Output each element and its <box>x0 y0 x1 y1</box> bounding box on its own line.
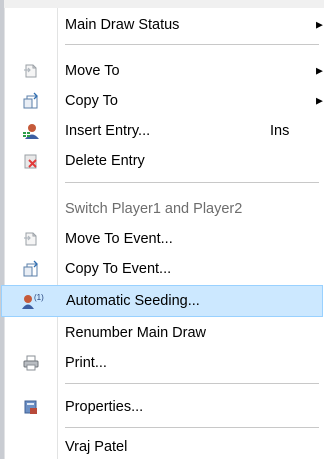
menu-item-vraj-patel[interactable]: Vraj Patel <box>5 432 323 462</box>
properties-icon <box>21 397 41 417</box>
menu-item-label: Delete Entry <box>65 153 145 169</box>
menu-separator <box>65 383 319 384</box>
copy-icon <box>21 91 41 111</box>
menu-item-main-draw-status[interactable]: Main Draw Status ▶ <box>5 10 323 40</box>
menu-item-label: Move To <box>65 63 120 79</box>
menu-item-label: Print... <box>65 355 107 371</box>
menu-item-renumber-main-draw[interactable]: Renumber Main Draw <box>5 318 323 348</box>
menu-item-insert-entry[interactable]: Insert Entry... Ins <box>5 116 323 146</box>
submenu-arrow-icon: ▶ <box>316 95 323 106</box>
svg-text:(1): (1) <box>34 293 44 302</box>
context-menu: Main Draw Status ▶ Move To ▶ Copy To ▶ I… <box>1 8 323 462</box>
delete-user-icon <box>21 151 41 171</box>
printer-icon <box>21 353 41 373</box>
menu-item-label: Properties... <box>65 399 144 415</box>
menu-item-copy-to-event[interactable]: Copy To Event... <box>5 254 323 284</box>
submenu-arrow-icon: ▶ <box>316 19 323 30</box>
move-icon <box>21 229 41 249</box>
shortcut-label: Ins <box>270 123 290 139</box>
menu-item-delete-entry[interactable]: Delete Entry <box>5 146 323 176</box>
menu-item-label: Automatic Seeding... <box>66 293 200 309</box>
menu-item-label: Main Draw Status <box>65 17 180 33</box>
copy-icon <box>21 259 41 279</box>
menu-item-label: Renumber Main Draw <box>65 325 207 341</box>
menu-item-properties[interactable]: Properties... <box>5 392 323 422</box>
menu-separator <box>65 44 319 45</box>
menu-separator <box>65 182 319 183</box>
menu-item-label: Move To Event... <box>65 231 173 247</box>
menu-item-label: Insert Entry... <box>65 123 151 139</box>
menu-item-automatic-seeding[interactable]: (1) Automatic Seeding... <box>1 285 323 317</box>
menu-item-label: Switch Player1 and Player2 <box>65 201 243 217</box>
menu-item-label: Copy To <box>65 93 118 109</box>
menu-item-label: Vraj Patel <box>65 439 128 455</box>
menu-separator <box>65 427 319 428</box>
move-icon <box>21 61 41 81</box>
menu-item-print[interactable]: Print... <box>5 348 323 378</box>
menu-item-label: Copy To Event... <box>65 261 172 277</box>
menu-item-move-to[interactable]: Move To ▶ <box>5 56 323 86</box>
submenu-arrow-icon: ▶ <box>316 65 323 76</box>
menu-item-switch-players: Switch Player1 and Player2 <box>5 194 323 224</box>
seeding-icon: (1) <box>22 291 44 311</box>
menu-top-strip <box>4 0 324 8</box>
insert-user-icon <box>21 121 41 141</box>
menu-item-copy-to[interactable]: Copy To ▶ <box>5 86 323 116</box>
menu-item-move-to-event[interactable]: Move To Event... <box>5 224 323 254</box>
